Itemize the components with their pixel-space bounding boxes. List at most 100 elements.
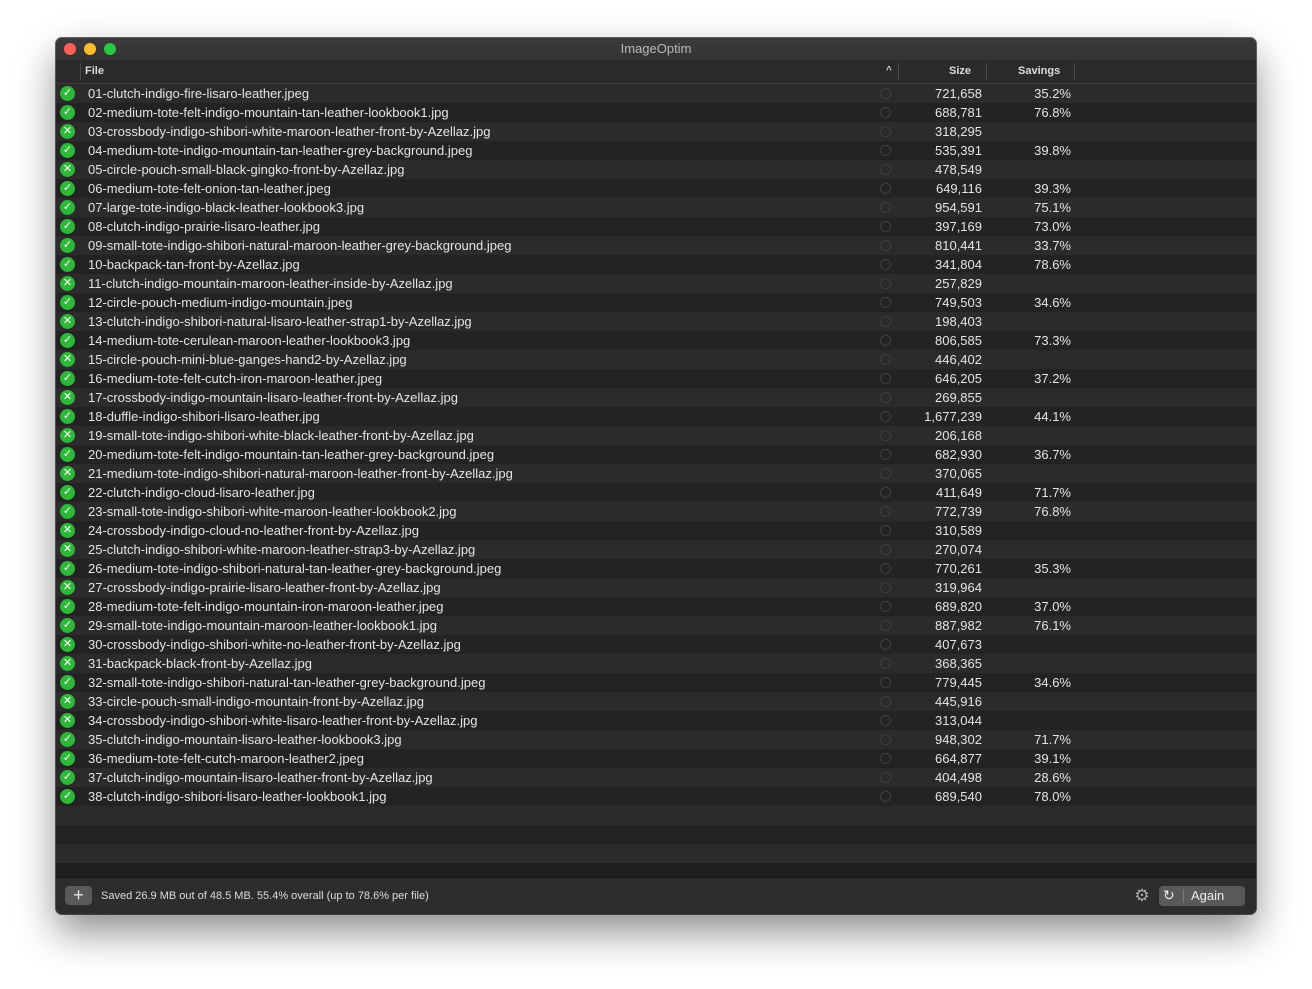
table-row[interactable]: ✓ 26-medium-tote-indigo-shibori-natural-t… [56,559,1256,578]
table-row[interactable]: ✓ 09-small-tote-indigo-shibori-natural-ma… [56,236,1256,255]
again-button[interactable]: ↻ Again [1159,886,1245,906]
table-row[interactable]: ✓ 20-medium-tote-felt-indigo-mountain-tan… [56,445,1256,464]
magnifier-icon[interactable] [880,563,891,574]
table-row[interactable]: ✓ 01-clutch-indigo-fire-lisaro-leather.jp… [56,84,1256,103]
table-row[interactable]: ✕ 15-circle-pouch-mini-blue-ganges-hand2-… [56,350,1256,369]
magnifier-icon[interactable] [880,753,891,764]
add-files-button[interactable]: + [65,886,92,905]
table-row[interactable]: ✓ 22-clutch-indigo-cloud-lisaro-leather.j… [56,483,1256,502]
magnifier-icon[interactable] [880,202,891,213]
magnifier-icon[interactable] [880,297,891,308]
table-row[interactable]: ✓ 14-medium-tote-cerulean-maroon-leather-… [56,331,1256,350]
magnifier-icon[interactable] [880,145,891,156]
table-row[interactable]: ✓ 32-small-tote-indigo-shibori-natural-ta… [56,673,1256,692]
table-row[interactable]: ✓ 36-medium-tote-felt-cutch-maroon-leathe… [56,749,1256,768]
magnifier-icon[interactable] [880,544,891,555]
column-header-file[interactable]: File [85,65,104,77]
magnifier-icon[interactable] [880,107,891,118]
table-row[interactable]: ✕ 24-crossbody-indigo-cloud-no-leather-fr… [56,521,1256,540]
table-row[interactable]: ✓ 06-medium-tote-felt-onion-tan-leather.j… [56,179,1256,198]
table-row[interactable]: ✕ 05-circle-pouch-small-black-gingko-fron… [56,160,1256,179]
table-row[interactable]: ✕ 17-crossbody-indigo-mountain-lisaro-lea… [56,388,1256,407]
table-row[interactable]: ✓ 23-small-tote-indigo-shibori-white-maro… [56,502,1256,521]
magnifier-icon[interactable] [880,734,891,745]
file-savings: 75.1% [1034,200,1071,215]
file-name: 30-crossbody-indigo-shibori-white-no-lea… [88,637,461,652]
column-header-savings[interactable]: Savings [1018,65,1060,77]
column-header-size[interactable]: Size [949,65,971,77]
file-savings: 35.2% [1034,86,1071,101]
file-name: 08-clutch-indigo-prairie-lisaro-leather.… [88,219,320,234]
table-row[interactable]: ✓ 10-backpack-tan-front-by-Azellaz.jpg 341… [56,255,1256,274]
table-row[interactable]: ✓ 12-circle-pouch-medium-indigo-mountain.… [56,293,1256,312]
table-row[interactable]: ✓ 38-clutch-indigo-shibori-lisaro-leather… [56,787,1256,806]
magnifier-icon[interactable] [880,468,891,479]
magnifier-icon[interactable] [880,715,891,726]
file-size: 370,065 [935,466,982,481]
table-row[interactable]: ✓ 02-medium-tote-felt-indigo-mountain-tan… [56,103,1256,122]
table-row[interactable]: ✓ 04-medium-tote-indigo-mountain-tan-leat… [56,141,1256,160]
table-row[interactable]: ✕ 30-crossbody-indigo-shibori-white-no-le… [56,635,1256,654]
magnifier-icon[interactable] [880,240,891,251]
magnifier-icon[interactable] [880,449,891,460]
magnifier-icon[interactable] [880,696,891,707]
table-row[interactable]: ✕ 33-circle-pouch-small-indigo-mountain-f… [56,692,1256,711]
file-name: 25-clutch-indigo-shibori-white-maroon-le… [88,542,476,557]
table-row[interactable]: ✕ 25-clutch-indigo-shibori-white-maroon-l… [56,540,1256,559]
checkmark-icon: ✓ [60,295,75,310]
magnifier-icon[interactable] [880,506,891,517]
magnifier-icon[interactable] [880,183,891,194]
table-row[interactable]: ✕ 34-crossbody-indigo-shibori-white-lisar… [56,711,1256,730]
magnifier-icon[interactable] [880,772,891,783]
table-row[interactable]: ✓ 37-clutch-indigo-mountain-lisaro-leathe… [56,768,1256,787]
magnifier-icon[interactable] [880,164,891,175]
magnifier-icon[interactable] [880,259,891,270]
file-size: 310,589 [935,523,982,538]
table-row[interactable]: ✕ 13-clutch-indigo-shibori-natural-lisaro… [56,312,1256,331]
magnifier-icon[interactable] [880,658,891,669]
magnifier-icon[interactable] [880,487,891,498]
file-size: 948,302 [935,732,982,747]
table-row[interactable]: ✕ 11-clutch-indigo-mountain-maroon-leathe… [56,274,1256,293]
magnifier-icon[interactable] [880,392,891,403]
magnifier-icon[interactable] [880,430,891,441]
file-size: 749,503 [935,295,982,310]
file-size: 689,540 [935,789,982,804]
table-row[interactable]: ✓ 08-clutch-indigo-prairie-lisaro-leather… [56,217,1256,236]
magnifier-icon[interactable] [880,221,891,232]
magnifier-icon[interactable] [880,278,891,289]
table-row[interactable]: ✕ 19-small-tote-indigo-shibori-white-blac… [56,426,1256,445]
table-row[interactable]: ✓ 35-clutch-indigo-mountain-lisaro-leathe… [56,730,1256,749]
sort-ascending-icon[interactable]: ^ [886,65,892,76]
table-row[interactable]: ✓ 07-large-tote-indigo-black-leather-look… [56,198,1256,217]
magnifier-icon[interactable] [880,316,891,327]
table-row[interactable]: ✓ 28-medium-tote-felt-indigo-mountain-iro… [56,597,1256,616]
magnifier-icon[interactable] [880,601,891,612]
magnifier-icon[interactable] [880,126,891,137]
checkmark-icon: ✓ [60,143,75,158]
file-size: 664,877 [935,751,982,766]
table-row[interactable]: ✕ 21-medium-tote-indigo-shibori-natural-m… [56,464,1256,483]
magnifier-icon[interactable] [880,620,891,631]
magnifier-icon[interactable] [880,88,891,99]
magnifier-icon[interactable] [880,677,891,688]
magnifier-icon[interactable] [880,582,891,593]
file-savings: 73.3% [1034,333,1071,348]
table-row[interactable]: ✕ 31-backpack-black-front-by-Azellaz.jpg 3… [56,654,1256,673]
magnifier-icon[interactable] [880,639,891,650]
magnifier-icon[interactable] [880,791,891,802]
file-size: 772,739 [935,504,982,519]
file-name: 07-large-tote-indigo-black-leather-lookb… [88,200,365,215]
table-row[interactable]: ✕ 03-crossbody-indigo-shibori-white-maroo… [56,122,1256,141]
table-row[interactable]: ✓ 29-small-tote-indigo-mountain-maroon-le… [56,616,1256,635]
table-row[interactable]: ✓ 18-duffle-indigo-shibori-lisaro-leather… [56,407,1256,426]
magnifier-icon[interactable] [880,335,891,346]
magnifier-icon[interactable] [880,354,891,365]
gear-icon[interactable]: ⚙ [1133,887,1151,905]
table-row[interactable]: ✕ 27-crossbody-indigo-prairie-lisaro-leat… [56,578,1256,597]
checkmark-icon: ✓ [60,200,75,215]
magnifier-icon[interactable] [880,525,891,536]
magnifier-icon[interactable] [880,373,891,384]
table-row[interactable]: ✓ 16-medium-tote-felt-cutch-iron-maroon-l… [56,369,1256,388]
magnifier-icon[interactable] [880,411,891,422]
